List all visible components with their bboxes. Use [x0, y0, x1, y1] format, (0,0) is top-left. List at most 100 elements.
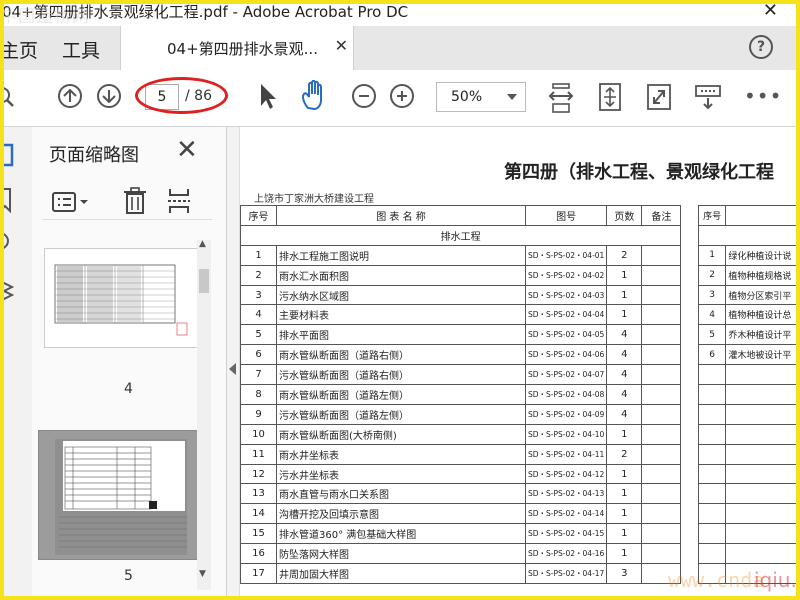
row-name [725, 384, 800, 405]
next-page-button[interactable] [97, 84, 121, 108]
table-row [697, 483, 800, 505]
row-remarks [641, 364, 682, 386]
section-title: 排水工程 [240, 224, 682, 246]
thumbnail-page-5[interactable] [38, 430, 204, 560]
row-seq: 3 [240, 284, 277, 306]
row-remarks [641, 304, 682, 326]
row-name: 植物分区索引平 [725, 284, 800, 306]
collapse-panel-icon[interactable] [229, 363, 236, 375]
more-options-icon[interactable]: ••• [744, 84, 782, 108]
row-seq: 7 [240, 364, 277, 386]
fit-width-icon[interactable] [548, 82, 574, 114]
row-name [725, 423, 800, 445]
row-pages: 2 [606, 244, 643, 266]
row-name [725, 503, 800, 525]
row-pages: 3 [606, 563, 643, 584]
row-seq [697, 543, 727, 565]
row-seq [697, 503, 727, 525]
delete-page-icon[interactable] [122, 187, 148, 215]
zoom-out-button[interactable] [352, 84, 376, 108]
row-seq: 10 [240, 423, 277, 445]
table-row: 13 雨水直管与雨水口关系图 SD・S-PS-02・04-13 1 [240, 483, 682, 505]
tab-document[interactable]: 04+第四册排水景观... ✕ [120, 26, 354, 70]
header-pages: 页数 [606, 205, 643, 226]
thumbnail-page-4[interactable] [44, 248, 198, 348]
row-name [725, 403, 800, 425]
thumbnail-options-icon[interactable] [52, 191, 92, 213]
table-row: 10 雨水管纵断面图(大桥南侧) SD・S-PS-02・04-10 1 [240, 423, 682, 445]
full-screen-icon[interactable] [646, 83, 672, 111]
row-seq: 4 [240, 304, 277, 326]
attachments-icon[interactable] [0, 231, 14, 255]
scroll-up-icon[interactable]: ▲ [199, 239, 206, 249]
select-pointer-icon[interactable] [257, 82, 277, 110]
page-5-preview [55, 439, 187, 555]
zoom-select[interactable]: 50% [436, 82, 526, 112]
tab-tools[interactable]: 工具 [62, 36, 100, 63]
row-seq [697, 384, 727, 405]
close-tab-icon[interactable]: ✕ [335, 36, 348, 55]
scroll-down-icon[interactable]: ▼ [199, 569, 206, 579]
document-subtitle: 上饶市丁家洲大桥建设工程 [254, 194, 374, 205]
previous-page-button[interactable] [58, 84, 82, 108]
row-code: SD・S-PS-02・04-01 [524, 244, 608, 266]
fit-page-icon[interactable] [597, 82, 623, 112]
row-name: 雨水井坐标表 [276, 443, 526, 465]
zoom-in-button[interactable] [390, 84, 414, 108]
table-row [697, 503, 800, 525]
bookmarks-icon[interactable] [0, 185, 14, 215]
row-seq: 15 [240, 523, 277, 545]
row-name [725, 364, 800, 386]
panel-splitter[interactable] [227, 127, 240, 600]
minus-icon [359, 95, 369, 97]
row-seq [697, 463, 727, 485]
row-remarks [641, 344, 682, 366]
help-icon[interactable]: ? [749, 35, 773, 59]
header-remarks: 备注 [641, 205, 682, 226]
tab-home[interactable]: 主页 [0, 36, 38, 63]
hand-tool-icon[interactable] [300, 80, 330, 112]
scroll-mode-icon[interactable] [694, 84, 722, 110]
row-pages: 1 [606, 264, 643, 286]
table-row: 2 雨水汇水面积图 SD・S-PS-02・04-02 1 [240, 264, 682, 286]
row-seq: 17 [240, 563, 277, 584]
row-remarks [641, 483, 682, 505]
thumbnails-scrollbar-thumb[interactable] [199, 269, 209, 293]
row-seq: 11 [240, 443, 277, 465]
header-seq-right: 序号 [697, 205, 727, 226]
row-name: 主要材料表 [276, 304, 526, 326]
split-page-icon[interactable] [166, 187, 192, 215]
row-pages: 1 [606, 503, 643, 525]
table-header-row: 序号 图 表 名 称 图号 页数 备注 [240, 205, 682, 226]
row-code: SD・S-PS-02・04-03 [524, 284, 608, 306]
row-seq: 2 [697, 264, 727, 286]
table-row: 15 排水管道360° 满包基础大样图 SD・S-PS-02・04-15 1 [240, 523, 682, 545]
table-row: 7 污水管纵断面图（道路右侧） SD・S-PS-02・04-07 4 [240, 364, 682, 386]
row-seq: 6 [240, 344, 277, 366]
layers-icon[interactable] [0, 275, 16, 305]
document-view[interactable]: 第四册（排水工程、景观绿化工程 上饶市丁家洲大桥建设工程 序号 图 表 名 称 … [240, 127, 800, 600]
row-code: SD・S-PS-02・04-07 [524, 364, 608, 386]
site-watermark: www.cnda [668, 568, 765, 592]
window-close-icon[interactable]: ✕ [763, 0, 778, 21]
row-name: 雨水直管与雨水口关系图 [276, 483, 526, 505]
arrow-down-icon [102, 90, 116, 104]
close-panel-icon[interactable]: ✕ [176, 135, 198, 165]
table-row: 8 雨水管纵断面图（道路左侧） SD・S-PS-02・04-08 4 [240, 384, 682, 405]
table-row: 2 植物种植规格说 [697, 264, 800, 286]
search-icon[interactable] [0, 86, 14, 110]
title-bar: 04+第四册排水景观绿化工程.pdf - Adobe Acrobat Pro D… [0, 0, 800, 27]
row-seq: 8 [240, 384, 277, 405]
page-thumbnails-icon[interactable] [0, 141, 18, 171]
row-name: 井周加固大样图 [276, 563, 526, 584]
watermark-logo: 中国造桥网 [0, 7, 90, 27]
table-row: 16 防坠落网大样图 SD・S-PS-02・04-16 1 [240, 543, 682, 565]
row-name: 污水纳水区域图 [276, 284, 526, 306]
row-pages: 2 [606, 443, 643, 465]
table-row: 5 乔木种植设计平 [697, 324, 800, 346]
row-remarks [641, 443, 682, 465]
row-name: 雨水管纵断面图（道路左侧） [276, 384, 526, 405]
row-pages: 1 [606, 523, 643, 545]
plus-icon [397, 91, 407, 101]
table-row: 14 沟槽开挖及回填示意图 SD・S-PS-02・04-14 1 [240, 503, 682, 525]
